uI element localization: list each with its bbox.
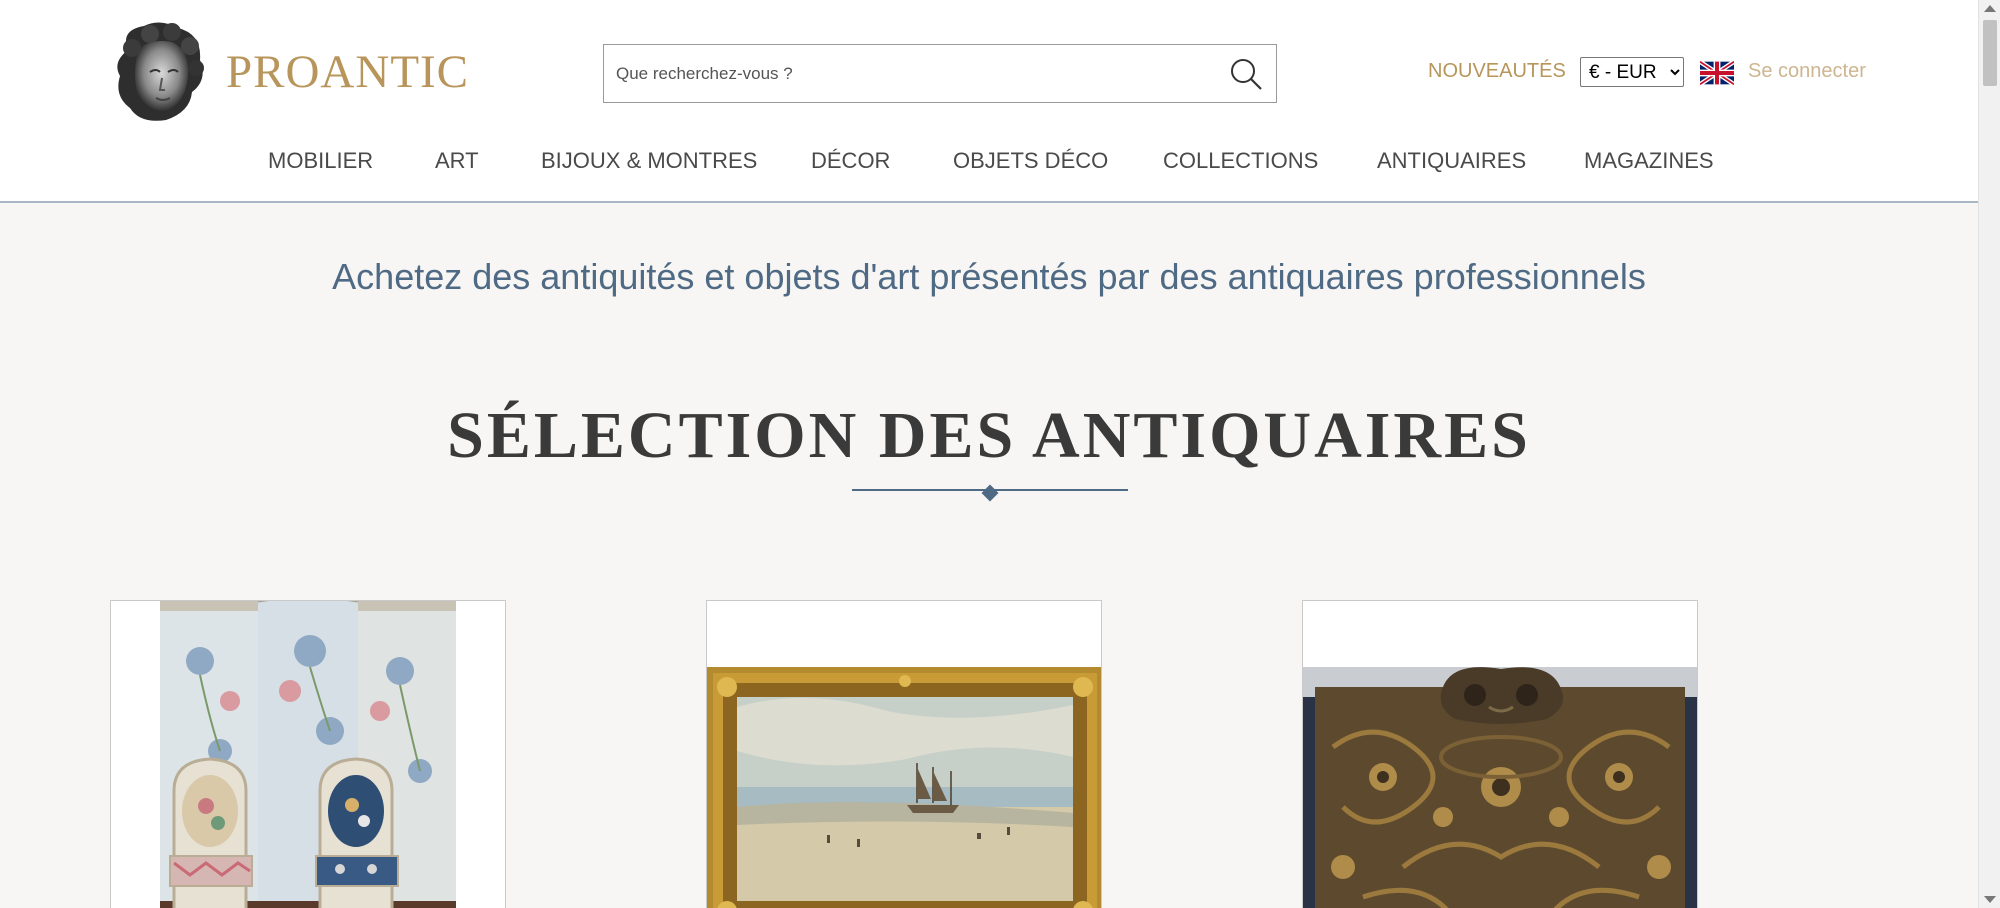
- login-link[interactable]: Se connecter: [1748, 60, 1866, 83]
- logo-text: PROANTIC: [226, 46, 470, 98]
- site-header: PROANTIC NOUVEAUTÉS € - EUR Se connecter…: [0, 0, 1978, 203]
- search-button[interactable]: [1216, 45, 1276, 102]
- nav-item-art[interactable]: ART: [435, 148, 479, 174]
- nav-item-decor[interactable]: DÉCOR: [811, 148, 890, 174]
- nav-item-magazines[interactable]: MAGAZINES: [1584, 148, 1714, 174]
- nav-item-collections[interactable]: COLLECTIONS: [1163, 148, 1318, 174]
- nav-item-antiquaires[interactable]: ANTIQUAIRES: [1377, 148, 1526, 174]
- bust-logo-icon: [117, 22, 204, 121]
- page-scrollbar[interactable]: [1978, 0, 2000, 908]
- product-card[interactable]: [706, 600, 1102, 908]
- scroll-thumb[interactable]: [1983, 20, 1997, 86]
- nouveautes-link[interactable]: NOUVEAUTÉS: [1428, 60, 1566, 83]
- scroll-up-arrow-icon[interactable]: [1984, 5, 1996, 12]
- product-card[interactable]: [1302, 600, 1698, 908]
- main-nav: MOBILIER ART BIJOUX & MONTRES DÉCOR OBJE…: [0, 148, 1978, 178]
- section-title: SÉLECTION DES ANTIQUAIRES: [447, 399, 1531, 472]
- search-input[interactable]: [604, 45, 1216, 102]
- nav-item-mobilier[interactable]: MOBILIER: [268, 148, 373, 174]
- product-image-seascape-painting: [707, 667, 1101, 908]
- nav-item-objets-deco[interactable]: OBJETS DÉCO: [953, 148, 1108, 174]
- nav-item-bijoux-montres[interactable]: BIJOUX & MONTRES: [541, 148, 757, 174]
- uk-flag-icon[interactable]: [1700, 61, 1734, 85]
- search-icon: [1231, 58, 1262, 90]
- scroll-down-arrow-icon[interactable]: [1984, 896, 1996, 903]
- product-card[interactable]: [110, 600, 506, 908]
- logo-link[interactable]: PROANTIC: [110, 20, 470, 124]
- product-image-armchairs: [160, 601, 456, 908]
- search-bar: [603, 44, 1277, 103]
- product-image-carved-panel: [1303, 667, 1697, 908]
- tagline: Achetez des antiquités et objets d'art p…: [332, 256, 1646, 297]
- currency-select[interactable]: € - EUR: [1580, 57, 1684, 87]
- title-divider-ornament: [981, 484, 999, 502]
